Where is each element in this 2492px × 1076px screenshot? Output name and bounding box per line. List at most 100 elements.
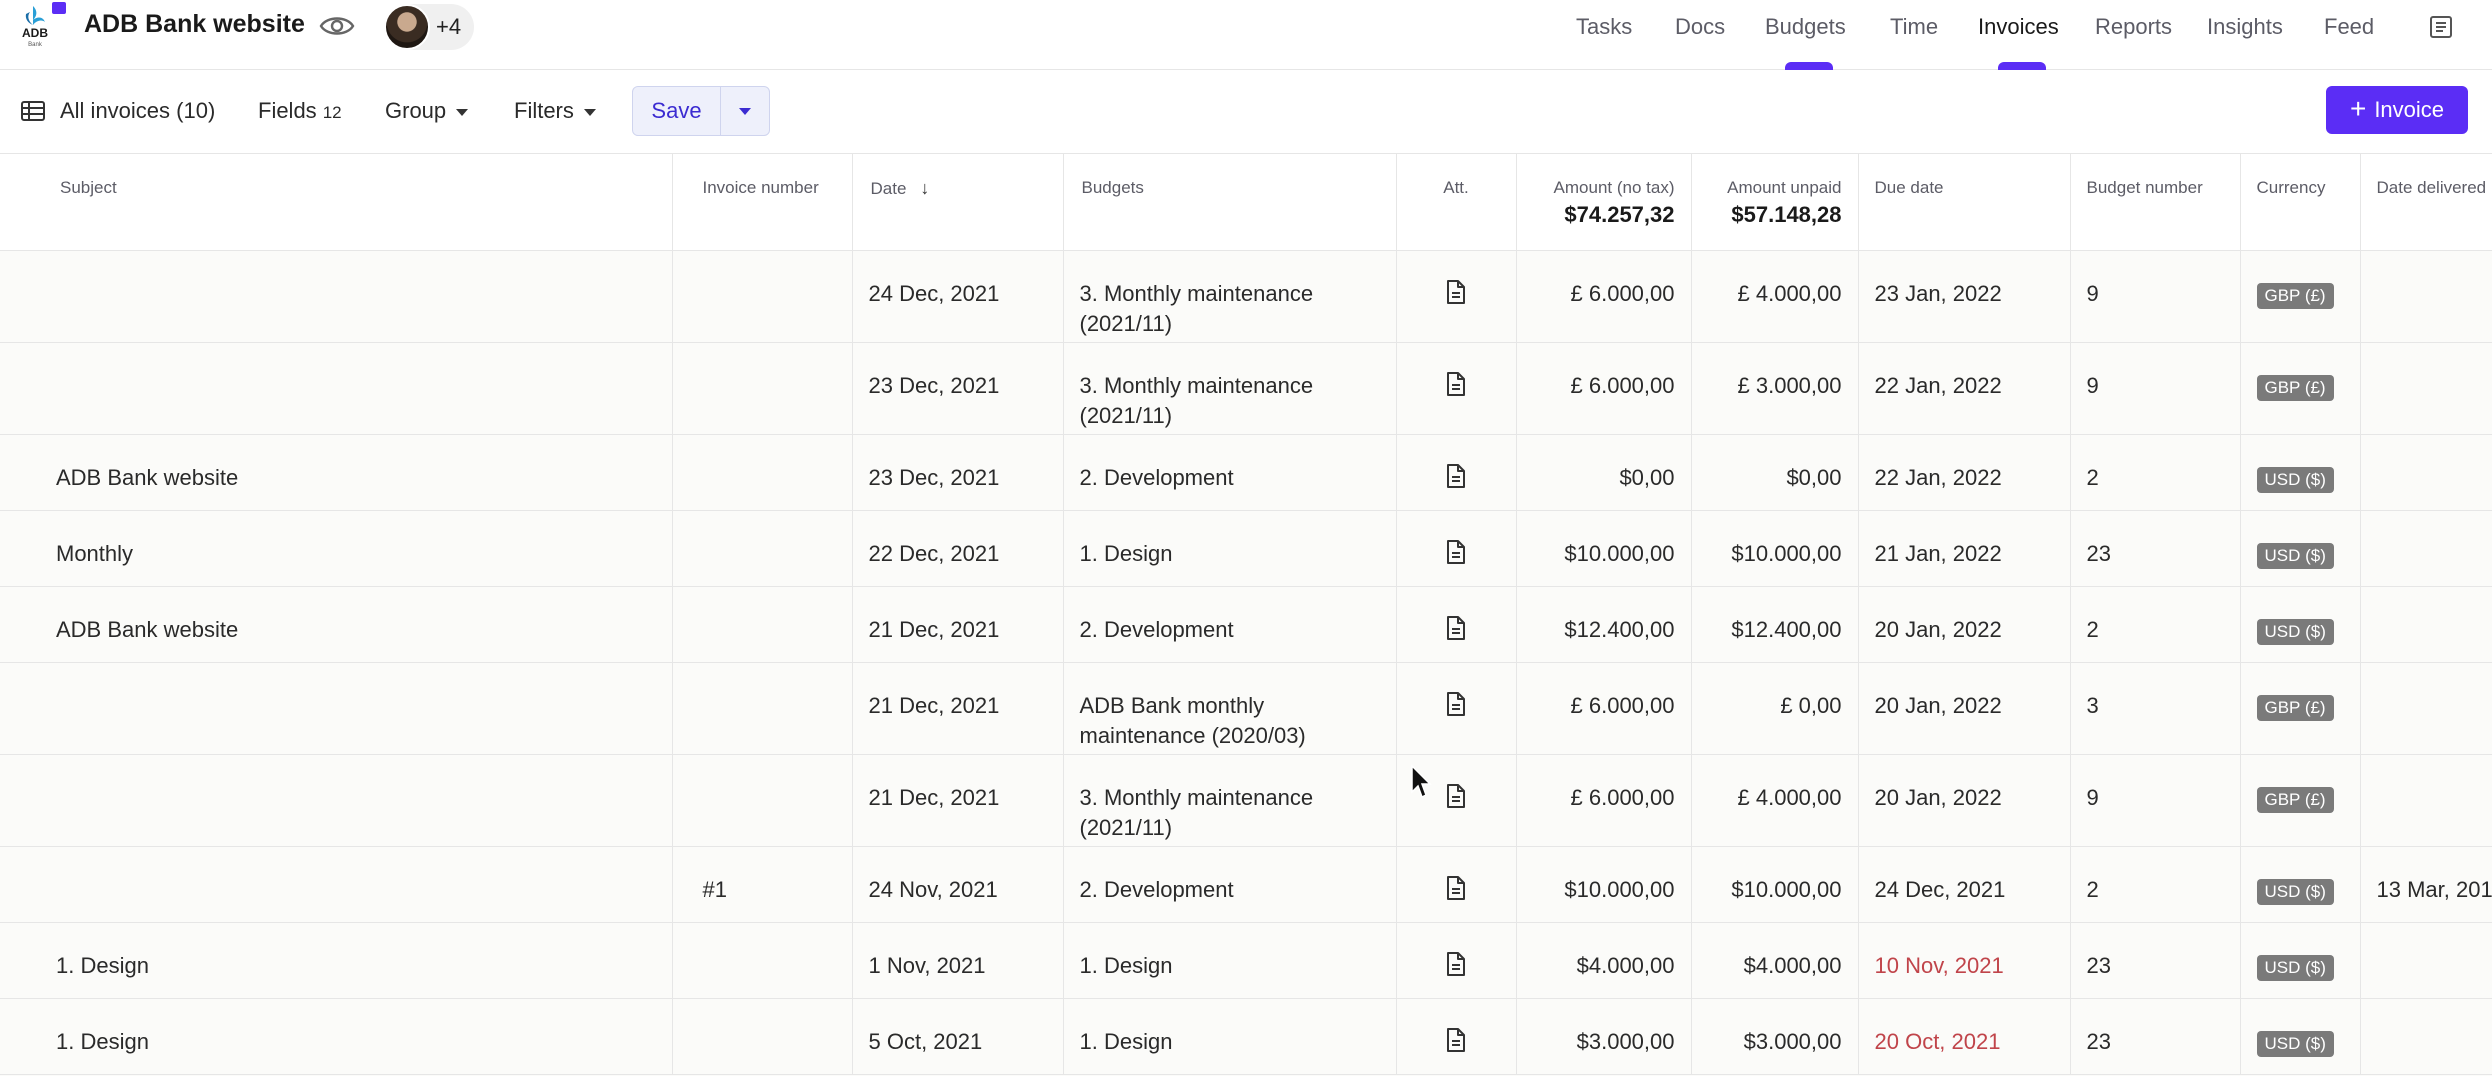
tab-time[interactable]: Time	[1890, 14, 1938, 40]
cell-budget-number[interactable]: 9	[2070, 342, 2241, 435]
cell-invoice-number[interactable]	[672, 510, 853, 587]
save-options-dropdown[interactable]	[721, 87, 769, 135]
cell-attachment[interactable]	[1396, 998, 1517, 1075]
cell-subject[interactable]	[0, 250, 673, 343]
cell-invoice-number[interactable]	[672, 754, 853, 847]
cell-due-date[interactable]: 20 Jan, 2022	[1858, 662, 2071, 755]
cell-amount-unpaid[interactable]: £ 4.000,00	[1691, 250, 1859, 343]
cell-budget[interactable]: 3. Monthly maintenance (2021/11)	[1063, 250, 1397, 343]
cell-due-date[interactable]: 20 Oct, 2021	[1858, 998, 2071, 1075]
cell-attachment[interactable]	[1396, 434, 1517, 511]
table-row[interactable]: 1. Design 5 Oct, 2021 1. Design $3.000,00 $3…	[0, 998, 2492, 1075]
cell-due-date[interactable]: 22 Jan, 2022	[1858, 434, 2071, 511]
column-header-invoice-number[interactable]: Invoice number	[672, 154, 853, 251]
cell-amount-unpaid[interactable]: $10.000,00	[1691, 846, 1859, 923]
cell-date[interactable]: 1 Nov, 2021	[852, 922, 1064, 999]
cell-date-delivered[interactable]	[2360, 434, 2492, 511]
eye-icon[interactable]	[318, 12, 356, 40]
cell-date[interactable]: 24 Dec, 2021	[852, 250, 1064, 343]
tab-budgets[interactable]: Budgets	[1765, 14, 1846, 40]
column-header-date-delivered[interactable]: Date delivered	[2360, 154, 2492, 251]
cell-budget[interactable]: 1. Design	[1063, 510, 1397, 587]
tab-feed[interactable]: Feed	[2324, 14, 2374, 40]
invoices-table-container[interactable]: Subject Invoice number Date ↓ Budgets Att…	[0, 154, 2492, 1076]
cell-date[interactable]: 21 Dec, 2021	[852, 754, 1064, 847]
file-icon[interactable]	[1445, 279, 1467, 310]
cell-budget-number[interactable]: 9	[2070, 250, 2241, 343]
cell-date-delivered[interactable]: 13 Mar, 201	[2360, 846, 2492, 923]
table-row[interactable]: 21 Dec, 2021 3. Monthly maintenance (2021…	[0, 754, 2492, 847]
cell-invoice-number[interactable]	[672, 922, 853, 999]
cell-currency[interactable]: USD ($)	[2240, 846, 2361, 923]
cell-currency[interactable]: GBP (£)	[2240, 662, 2361, 755]
cell-budget[interactable]: ADB Bank monthly maintenance (2020/03)	[1063, 662, 1397, 755]
cell-amount-unpaid[interactable]: $0,00	[1691, 434, 1859, 511]
cell-budget-number[interactable]: 2	[2070, 434, 2241, 511]
cell-invoice-number[interactable]: #1	[672, 846, 853, 923]
cell-budget[interactable]: 2. Development	[1063, 586, 1397, 663]
cell-invoice-number[interactable]	[672, 434, 853, 511]
column-header-budgets[interactable]: Budgets	[1063, 154, 1397, 251]
table-row[interactable]: 24 Dec, 2021 3. Monthly maintenance (2021…	[0, 250, 2492, 343]
cell-amount-no-tax[interactable]: $10.000,00	[1516, 510, 1692, 587]
cell-due-date[interactable]: 21 Jan, 2022	[1858, 510, 2071, 587]
column-header-currency[interactable]: Currency	[2240, 154, 2361, 251]
cell-subject[interactable]	[0, 342, 673, 435]
cell-date[interactable]: 23 Dec, 2021	[852, 342, 1064, 435]
cell-date-delivered[interactable]	[2360, 922, 2492, 999]
cell-invoice-number[interactable]	[672, 250, 853, 343]
cell-budget[interactable]: 2. Development	[1063, 434, 1397, 511]
filters-button[interactable]: Filters	[514, 98, 596, 124]
cell-currency[interactable]: USD ($)	[2240, 998, 2361, 1075]
cell-amount-unpaid[interactable]: £ 0,00	[1691, 662, 1859, 755]
cell-subject[interactable]: Monthly	[0, 510, 673, 587]
file-icon[interactable]	[1445, 539, 1467, 570]
cell-date-delivered[interactable]	[2360, 586, 2492, 663]
cell-amount-unpaid[interactable]: $3.000,00	[1691, 998, 1859, 1075]
cell-attachment[interactable]	[1396, 846, 1517, 923]
cell-currency[interactable]: GBP (£)	[2240, 342, 2361, 435]
save-view-button[interactable]: Save	[633, 87, 721, 135]
cell-date[interactable]: 21 Dec, 2021	[852, 662, 1064, 755]
column-header-amount-no-tax[interactable]: Amount (no tax) $74.257,32	[1516, 154, 1692, 251]
cell-attachment[interactable]	[1396, 922, 1517, 999]
project-title[interactable]: ADB Bank website	[84, 10, 305, 39]
column-header-amount-unpaid[interactable]: Amount unpaid $57.148,28	[1691, 154, 1859, 251]
file-icon[interactable]	[1445, 1027, 1467, 1058]
cell-currency[interactable]: GBP (£)	[2240, 250, 2361, 343]
cell-budget-number[interactable]: 23	[2070, 922, 2241, 999]
cell-budget-number[interactable]: 2	[2070, 586, 2241, 663]
cell-budget[interactable]: 1. Design	[1063, 922, 1397, 999]
tab-invoices[interactable]: Invoices	[1978, 14, 2059, 40]
cell-date[interactable]: 22 Dec, 2021	[852, 510, 1064, 587]
column-header-attachments[interactable]: Att.	[1396, 154, 1517, 251]
column-header-due-date[interactable]: Due date	[1858, 154, 2071, 251]
members-more-count[interactable]: +4	[436, 14, 461, 40]
file-icon[interactable]	[1445, 783, 1467, 814]
group-button[interactable]: Group	[385, 98, 469, 124]
cell-attachment[interactable]	[1396, 250, 1517, 343]
table-row[interactable]: #1 24 Nov, 2021 2. Development $10.000,00 $1…	[0, 846, 2492, 923]
cell-date-delivered[interactable]	[2360, 510, 2492, 587]
column-header-date[interactable]: Date ↓	[852, 154, 1064, 251]
file-icon[interactable]	[1445, 463, 1467, 494]
cell-amount-no-tax[interactable]: $3.000,00	[1516, 998, 1692, 1075]
file-icon[interactable]	[1445, 371, 1467, 402]
cell-date[interactable]: 5 Oct, 2021	[852, 998, 1064, 1075]
cell-amount-no-tax[interactable]: £ 6.000,00	[1516, 250, 1692, 343]
cell-amount-no-tax[interactable]: $12.400,00	[1516, 586, 1692, 663]
table-row[interactable]: 23 Dec, 2021 3. Monthly maintenance (2021…	[0, 342, 2492, 435]
cell-currency[interactable]: USD ($)	[2240, 922, 2361, 999]
avatar[interactable]	[384, 4, 430, 50]
cell-budget[interactable]: 2. Development	[1063, 846, 1397, 923]
file-icon[interactable]	[1445, 691, 1467, 722]
document-panel-icon[interactable]	[2428, 14, 2454, 40]
cell-subject[interactable]: ADB Bank website	[0, 434, 673, 511]
cell-budget-number[interactable]: 23	[2070, 510, 2241, 587]
cell-subject[interactable]	[0, 754, 673, 847]
cell-invoice-number[interactable]	[672, 586, 853, 663]
cell-invoice-number[interactable]	[672, 998, 853, 1075]
cell-amount-unpaid[interactable]: £ 3.000,00	[1691, 342, 1859, 435]
cell-attachment[interactable]	[1396, 662, 1517, 755]
table-row[interactable]: ADB Bank website 21 Dec, 2021 2. Developme…	[0, 586, 2492, 663]
